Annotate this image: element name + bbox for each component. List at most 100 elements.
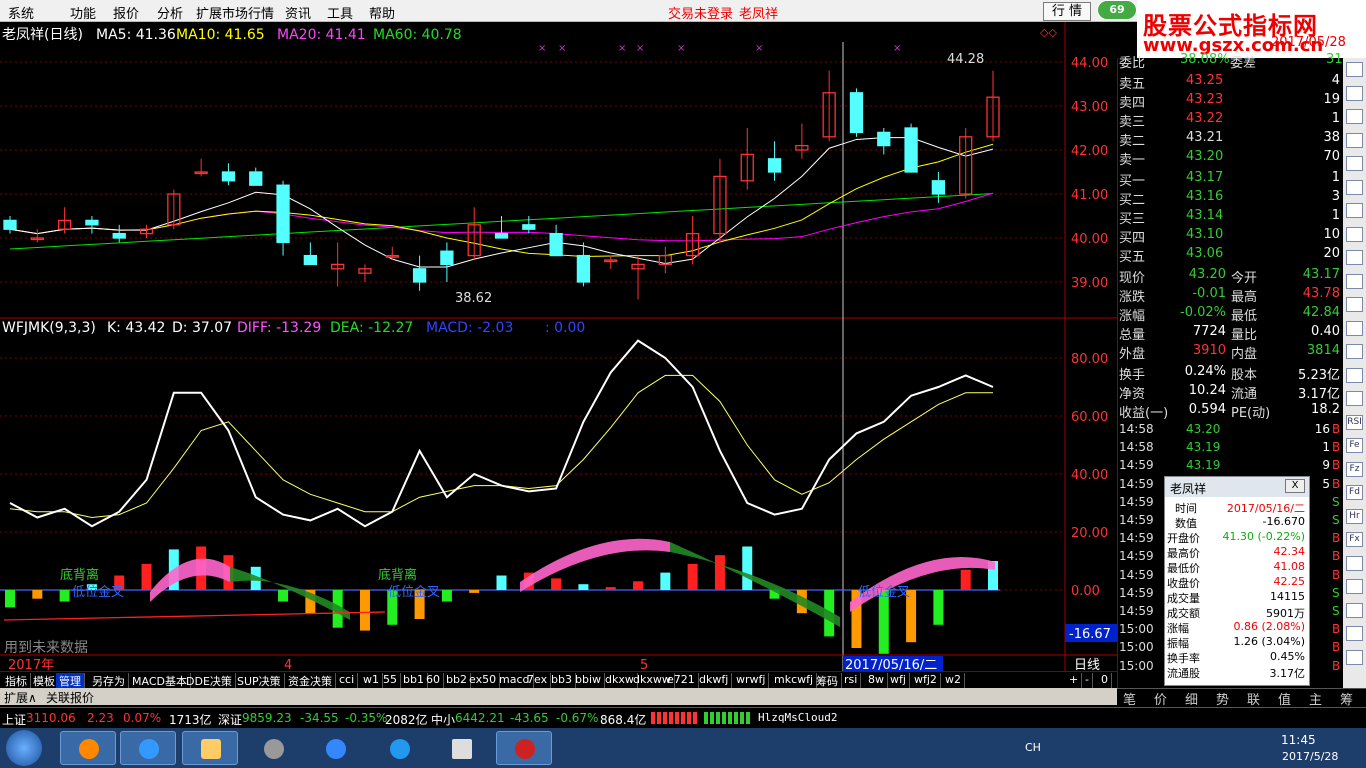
tool-icon[interactable] <box>1346 156 1363 171</box>
indicator-tab[interactable]: mkcwfj <box>771 673 818 688</box>
popup-close-button[interactable]: X <box>1285 479 1305 493</box>
menu-item-function[interactable]: 功能 <box>70 3 96 22</box>
indicator-tab[interactable]: 55 <box>380 673 401 688</box>
indicator-tab[interactable]: wfj <box>887 673 910 688</box>
tool-icon[interactable] <box>1346 132 1363 148</box>
tool-icon[interactable] <box>1346 226 1363 242</box>
indicator-tab[interactable]: MACD基本 <box>129 673 191 688</box>
indicator-tab[interactable]: + <box>1066 673 1083 688</box>
panel-tab[interactable]: 价 <box>1154 689 1167 708</box>
menu-item-system[interactable]: 系统 <box>8 3 34 22</box>
input-lang[interactable]: CH <box>1025 741 1041 754</box>
panel-tab[interactable]: 联 <box>1247 689 1260 708</box>
taskbar-media-icon[interactable] <box>60 731 116 765</box>
tick-price: 43.19 <box>1186 440 1221 455</box>
indicator-tab[interactable]: 管理 <box>56 673 85 688</box>
indicator-tab[interactable]: e721 <box>664 673 699 688</box>
panel-tab[interactable]: 主 <box>1309 689 1322 708</box>
indicator-tab[interactable]: cci <box>336 673 359 688</box>
tool-icon[interactable] <box>1346 62 1363 77</box>
indicator-tab[interactable]: 模板 <box>30 673 59 688</box>
menu-item-quote[interactable]: 报价 <box>113 3 139 22</box>
tool-icon[interactable] <box>1346 179 1363 195</box>
indicator-tab[interactable]: SUP决策 <box>234 673 285 688</box>
tool-icon[interactable]: RSI <box>1346 414 1363 430</box>
indicator-tab[interactable]: bbiw <box>572 673 606 688</box>
bid-volume: 10 <box>1323 227 1340 242</box>
panel-tab[interactable]: 筹 <box>1340 689 1353 708</box>
indicator-tab[interactable]: 60 <box>423 673 444 688</box>
panel-tab[interactable]: 笔 <box>1123 689 1136 708</box>
menu-item-info[interactable]: 资讯 <box>285 3 311 22</box>
tool-icon[interactable] <box>1346 109 1363 124</box>
menu-item-help[interactable]: 帮助 <box>369 3 395 22</box>
indicator-tab[interactable]: wrwfj <box>733 673 770 688</box>
tool-icon[interactable]: Fd <box>1346 485 1363 500</box>
kline-chart[interactable]: × × × × × × × 底背离 底背离低位金叉 低位金叉 低位金叉 老凤祥(日线) MA5: … <box>0 22 1117 672</box>
tool-icon[interactable] <box>1346 203 1363 218</box>
indicator-tab[interactable]: 资金决策 <box>285 673 336 688</box>
tool-icon[interactable] <box>1346 626 1363 641</box>
score-badge[interactable]: 69 <box>1097 0 1137 20</box>
stat-value: -0.02% <box>1180 305 1226 320</box>
tool-icon[interactable]: Fe <box>1346 438 1363 453</box>
tool-icon[interactable] <box>1346 250 1363 265</box>
taskbar-ie-icon[interactable] <box>120 731 176 765</box>
tool-icon[interactable] <box>1346 602 1363 618</box>
panel-tab[interactable]: 细 <box>1185 689 1198 708</box>
tool-icon[interactable]: Fz <box>1346 461 1363 477</box>
tool-icon[interactable] <box>1346 649 1363 665</box>
popup-title: 老凤祥 <box>1170 482 1207 496</box>
popup-row: 时间 2017/05/16/二 <box>1165 500 1309 515</box>
menu-item-tools[interactable]: 工具 <box>327 3 353 22</box>
clock-time[interactable]: 11:45 <box>1281 733 1316 747</box>
taskbar-folder-icon[interactable] <box>182 731 238 765</box>
tool-icon[interactable] <box>1346 344 1363 359</box>
extend-tab[interactable]: 扩展∧ <box>4 689 37 706</box>
popup-row: 换手率 0.45% <box>1165 650 1309 665</box>
indicator-tab[interactable]: 筹码 <box>813 673 842 688</box>
indicator-tab[interactable]: - <box>1082 673 1093 688</box>
high-annotation: 44.28 <box>947 52 984 67</box>
tool-icon[interactable] <box>1346 320 1363 336</box>
menu-item-analysis[interactable]: 分析 <box>157 3 183 22</box>
indicator-tab[interactable]: 指标 <box>2 673 31 688</box>
tool-icon[interactable] <box>1346 297 1363 312</box>
indicator-tab[interactable]: 8w <box>865 673 888 688</box>
candle-body <box>303 254 318 266</box>
quote-button[interactable]: 行 情 <box>1043 2 1091 21</box>
panel-tab[interactable]: 势 <box>1216 689 1229 708</box>
tick-time: 14:59 <box>1119 476 1154 491</box>
indicator-tab[interactable]: wfj2 <box>911 673 941 688</box>
clock-date[interactable]: 2017/5/28 <box>1282 750 1338 763</box>
indicator-tab[interactable]: 另存为 <box>89 673 129 688</box>
cursor-date: 2017/05/16/二 <box>845 658 937 672</box>
tool-icon[interactable]: Fx <box>1346 532 1363 547</box>
indicator-tab[interactable]: ex50 <box>466 673 501 688</box>
taskbar-ie2-icon[interactable] <box>371 731 427 765</box>
taskbar-stock-app-icon[interactable] <box>496 731 552 765</box>
indicator-tab[interactable]: 0 <box>1098 673 1112 688</box>
indicator-tab[interactable]: dkwfj <box>696 673 733 688</box>
taskbar-reel-icon[interactable] <box>245 731 301 765</box>
tool-icon[interactable] <box>1346 391 1363 406</box>
indicator-tab[interactable]: rsi <box>841 673 862 688</box>
tool-icon[interactable] <box>1346 85 1363 101</box>
tool-icon[interactable] <box>1346 273 1363 289</box>
tool-icon[interactable]: Hr <box>1346 508 1363 524</box>
menu-item-ext-market[interactable]: 扩展市场行情 <box>196 3 274 22</box>
tool-icon[interactable] <box>1346 367 1363 383</box>
taskbar-notepad-icon[interactable] <box>433 731 489 765</box>
tool-icon[interactable] <box>1346 579 1363 594</box>
indicator-tab[interactable]: w2 <box>942 673 965 688</box>
taskbar-weibo-icon[interactable] <box>307 731 363 765</box>
bid-price: 43.17 <box>1186 170 1224 185</box>
ask-label: 卖四 <box>1119 96 1146 111</box>
start-button-icon[interactable] <box>6 730 42 766</box>
popup-value: 1.26 (3.04%) <box>1233 635 1305 648</box>
indicator-tab[interactable]: DDE决策 <box>183 673 236 688</box>
popup-key: 收盘价 <box>1167 577 1200 590</box>
tool-icon[interactable] <box>1346 555 1363 571</box>
extend-tab[interactable]: 关联报价 <box>46 689 94 706</box>
panel-tab[interactable]: 值 <box>1278 689 1291 708</box>
